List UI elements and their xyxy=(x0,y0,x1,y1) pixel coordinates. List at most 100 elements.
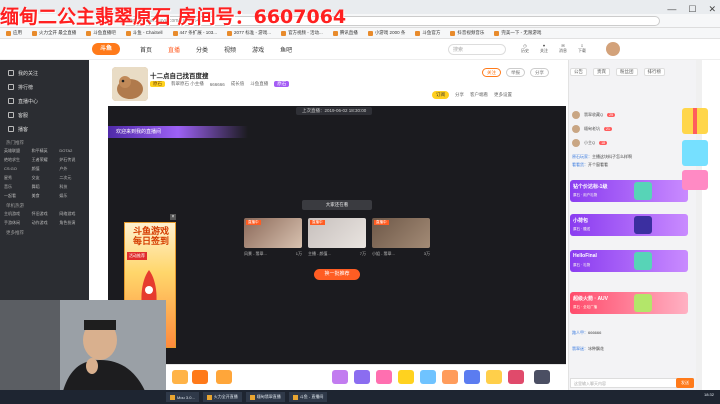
chat-tab-vip[interactable]: 贵宾 xyxy=(593,68,610,76)
category-link[interactable]: 舞蹈 xyxy=(32,184,58,190)
nav-item-live[interactable]: 直播 xyxy=(168,45,180,54)
history-icon[interactable]: ◷ 历史 xyxy=(520,43,530,55)
category-link[interactable]: 动作游戏 xyxy=(32,220,58,226)
gift-icon[interactable] xyxy=(442,370,458,384)
sidebar-item-podcast[interactable]: 播客 xyxy=(0,122,89,136)
gift-icon[interactable] xyxy=(172,370,188,384)
gift-icon[interactable] xyxy=(398,370,414,384)
message-icon[interactable]: ✉ 消息 xyxy=(558,43,568,55)
gift-card[interactable]: 小荷包 原石 · 赠送 xyxy=(570,214,688,236)
follow-icon[interactable]: ♥ 关注 xyxy=(539,43,549,55)
gift-icon[interactable] xyxy=(508,370,524,384)
category-link[interactable]: 网络游戏 xyxy=(59,211,85,217)
nav-item-games[interactable]: 游戏 xyxy=(252,45,264,54)
clock: 18:32 xyxy=(703,392,714,397)
bookmark-item[interactable]: 腾讯直播 xyxy=(332,30,358,36)
user-avatar[interactable] xyxy=(606,42,620,56)
category-link[interactable]: 角色扮演 xyxy=(59,220,85,226)
bookmark-item[interactable]: 完美一下 - 无限游戏 xyxy=(494,30,541,36)
nav-item-category[interactable]: 分类 xyxy=(196,45,208,54)
category-link[interactable]: 交友 xyxy=(32,175,58,181)
taskbar-item[interactable]: Mou 3.0... xyxy=(166,392,199,402)
category-link[interactable]: 科技 xyxy=(59,184,85,190)
chat-tab-notice[interactable]: 公告 xyxy=(570,68,587,76)
nav-item-home[interactable]: 首页 xyxy=(140,45,152,54)
category-link[interactable]: 户外 xyxy=(59,166,85,172)
share-button[interactable]: 分享 xyxy=(530,68,549,77)
sidebar-item-follow[interactable]: 我的关注 xyxy=(0,66,89,80)
bookmark-item[interactable]: 斗鱼直播吧 xyxy=(86,30,116,36)
category-link[interactable]: 主机游戏 xyxy=(4,211,30,217)
category-link[interactable]: 颜值 xyxy=(32,166,58,172)
nav-item-video[interactable]: 视频 xyxy=(224,45,236,54)
category-link[interactable]: 怀旧游戏 xyxy=(32,211,58,217)
sidebar-item-rank[interactable]: 排行榜 xyxy=(0,80,89,94)
ad-close-button[interactable]: × xyxy=(170,214,176,220)
bookmark-item[interactable]: 小游戏 2000 条 xyxy=(367,30,405,36)
category-link[interactable]: 星秀 xyxy=(4,175,30,181)
rank-row[interactable]: 缅甸老坑 21 xyxy=(572,124,662,134)
category-link[interactable]: 二次元 xyxy=(59,175,85,181)
rank-row[interactable]: 翡翠收藏Q 25 xyxy=(572,110,662,120)
follow-button[interactable]: 关注 xyxy=(482,68,501,77)
category-link[interactable]: 炉石传说 xyxy=(59,157,85,163)
chat-tab-rank[interactable]: 排行榜 xyxy=(643,68,665,76)
bookmark-item[interactable]: 火力全开 最全直播 xyxy=(32,30,76,36)
gift-icon[interactable] xyxy=(354,370,370,384)
subscribe-button[interactable]: 订阅 xyxy=(432,91,449,99)
streamer-avatar[interactable] xyxy=(112,67,148,101)
gift-card[interactable]: 超级火箭 · AUV 原石 · 全站广播 xyxy=(570,292,688,314)
gift-icon[interactable] xyxy=(534,370,550,384)
search-input[interactable]: 搜索 xyxy=(448,44,506,55)
category-link[interactable]: DOTA2 xyxy=(59,148,85,154)
category-link[interactable]: 手游休闲 xyxy=(4,220,30,226)
category-tag[interactable]: 原石 xyxy=(150,81,165,87)
gift-card[interactable]: 钻个价达标-1级 原石 · 用户礼物 xyxy=(570,180,688,202)
refresh-recommend-button[interactable]: 换一批推荐 xyxy=(314,269,360,280)
gift-icon[interactable] xyxy=(216,370,232,384)
bookmark-item[interactable]: 447 条扩展 - 103... xyxy=(172,30,217,36)
category-link[interactable]: 绝地求生 xyxy=(4,157,30,163)
bookmark-item[interactable]: 斗鱼 - ChaiSell xyxy=(125,30,163,36)
category-link[interactable]: 英雄联盟 xyxy=(4,148,30,154)
gift-card[interactable]: HelloFinal 原石 · 礼物 xyxy=(570,250,688,272)
gift-icon[interactable] xyxy=(420,370,436,384)
category-link[interactable]: 一起看 xyxy=(4,193,30,199)
nav-item-fishbar[interactable]: 鱼吧 xyxy=(280,45,292,54)
settings-link[interactable]: 更多设置 xyxy=(494,92,512,98)
gift-icon[interactable] xyxy=(464,370,480,384)
site-logo[interactable]: 斗鱼 xyxy=(92,43,120,55)
recommend-card[interactable]: 直播中 风景 - 翡翠... 1万 xyxy=(244,218,302,264)
taskbar-item[interactable]: 缅甸翡翠直播 xyxy=(245,392,285,402)
sidebar-item-service[interactable]: 客服 xyxy=(0,108,89,122)
room-meta-value: 成长值 xyxy=(230,81,245,86)
gift-icon[interactable] xyxy=(376,370,392,384)
gift-icon[interactable] xyxy=(192,370,208,384)
recommend-card[interactable]: 直播中 小姐 - 翡翠... 3万 xyxy=(372,218,430,264)
category-link[interactable]: 美食 xyxy=(32,193,58,199)
bookmark-item[interactable]: 应用 xyxy=(6,30,22,36)
recommend-card[interactable]: 直播中 主播 - 颜值... 7万 xyxy=(308,218,366,264)
category-link[interactable]: CS:GO xyxy=(4,166,30,172)
taskbar-item[interactable]: 火力全开直播 xyxy=(202,392,242,402)
bookmark-item[interactable]: 官方视频 - 活动... xyxy=(281,30,323,36)
client-watch-link[interactable]: 客户端看 xyxy=(470,92,488,98)
gift-icon[interactable] xyxy=(332,370,348,384)
bookmark-item[interactable]: 2077 标准 - 游戏... xyxy=(227,30,271,36)
gift-icon[interactable] xyxy=(486,370,502,384)
category-link[interactable]: 王者荣耀 xyxy=(32,157,58,163)
room-category[interactable]: 翡翠原石 小主播 xyxy=(171,81,204,87)
rank-row[interactable]: 小主Q 18 xyxy=(572,138,662,148)
category-link[interactable]: 娱乐 xyxy=(59,193,85,199)
bookmark-item[interactable]: 斗鱼官方 xyxy=(415,30,440,36)
report-button[interactable]: 举报 xyxy=(506,68,525,77)
share-link[interactable]: 分享 xyxy=(455,92,464,98)
category-link[interactable]: 音乐 xyxy=(4,184,30,190)
sidebar-item-center[interactable]: 直播中心 xyxy=(0,94,89,108)
send-button[interactable]: 发送 xyxy=(676,378,694,388)
chat-tab-fans[interactable]: 粉丝团 xyxy=(616,68,638,76)
category-link[interactable]: 和平精英 xyxy=(32,148,58,154)
download-icon[interactable]: ⇩ 下载 xyxy=(577,43,587,55)
taskbar-item[interactable]: 斗鱼 - 直播间 xyxy=(288,392,328,402)
bookmark-item[interactable]: 抖音视频音乐 xyxy=(450,30,484,36)
